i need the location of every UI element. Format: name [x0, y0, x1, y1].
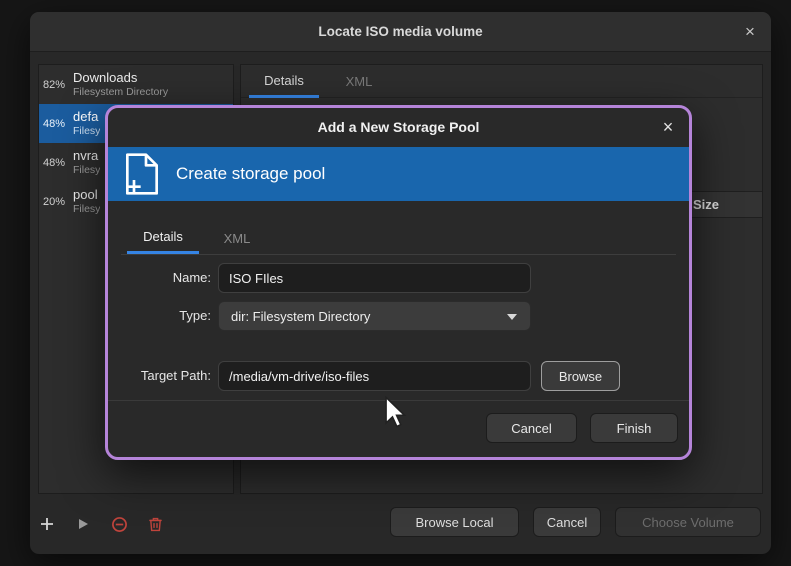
play-icon	[76, 517, 90, 531]
name-label: Name:	[138, 263, 211, 293]
stop-pool-button[interactable]	[105, 509, 133, 539]
pool-usage-percent: 20%	[39, 196, 73, 208]
dialog-close-button[interactable]: ×	[657, 116, 679, 138]
pool-usage-percent: 82%	[39, 79, 73, 91]
cancel-button[interactable]: Cancel	[533, 507, 601, 537]
close-icon: ×	[745, 22, 755, 41]
pool-name: pool	[73, 187, 100, 203]
dialog-tab-xml[interactable]: XML	[212, 222, 262, 254]
tab-xml[interactable]: XML	[336, 65, 382, 98]
start-pool-button[interactable]	[69, 509, 97, 539]
pool-type: Filesy	[73, 164, 100, 177]
dialog-title: Add a New Storage Pool	[318, 119, 480, 135]
target-path-input[interactable]	[218, 361, 531, 391]
pool-usage-percent: 48%	[39, 157, 73, 169]
window-titlebar: Locate ISO media volume ×	[30, 12, 771, 52]
size-column-header[interactable]: Size	[693, 197, 719, 212]
pool-type-value: dir: Filesystem Directory	[231, 309, 370, 324]
plus-icon	[39, 516, 55, 532]
dialog-cancel-button[interactable]: Cancel	[486, 413, 577, 443]
pool-name-input[interactable]	[218, 263, 531, 293]
choose-volume-button[interactable]: Choose Volume	[615, 507, 761, 537]
dialog-titlebar: Add a New Storage Pool ×	[108, 108, 689, 146]
tab-separator	[121, 254, 676, 255]
delete-pool-button[interactable]	[141, 509, 169, 539]
chevron-down-icon	[507, 314, 517, 320]
mouse-cursor	[384, 396, 408, 430]
tab-details[interactable]: Details	[249, 65, 319, 98]
window-title: Locate ISO media volume	[318, 24, 482, 39]
close-icon: ×	[663, 117, 674, 137]
add-pool-button[interactable]	[33, 509, 61, 539]
type-label: Type:	[138, 301, 211, 331]
target-path-label: Target Path:	[124, 361, 211, 391]
pool-type-dropdown[interactable]: dir: Filesystem Directory	[218, 301, 531, 331]
pool-type: Filesy	[73, 203, 100, 216]
create-pool-banner: Create storage pool	[108, 147, 689, 201]
pool-type: Filesystem Directory	[73, 86, 168, 99]
new-file-icon	[122, 152, 162, 196]
browse-local-button[interactable]: Browse Local	[390, 507, 519, 537]
browse-button[interactable]: Browse	[541, 361, 620, 391]
window-close-button[interactable]: ×	[739, 21, 761, 43]
pool-usage-percent: 48%	[39, 118, 73, 130]
pool-list-item[interactable]: 82% Downloads Filesystem Directory	[39, 65, 233, 104]
circle-minus-icon	[111, 516, 128, 533]
details-tab-bar: Details XML	[241, 65, 762, 98]
pool-name: Downloads	[73, 70, 168, 86]
finish-button[interactable]: Finish	[590, 413, 678, 443]
trash-icon	[148, 516, 163, 532]
pool-name: nvra	[73, 148, 100, 164]
pool-name: defa	[73, 109, 100, 125]
banner-title: Create storage pool	[176, 164, 325, 184]
pool-type: Filesy	[73, 125, 100, 138]
dialog-tab-details[interactable]: Details	[127, 222, 199, 254]
